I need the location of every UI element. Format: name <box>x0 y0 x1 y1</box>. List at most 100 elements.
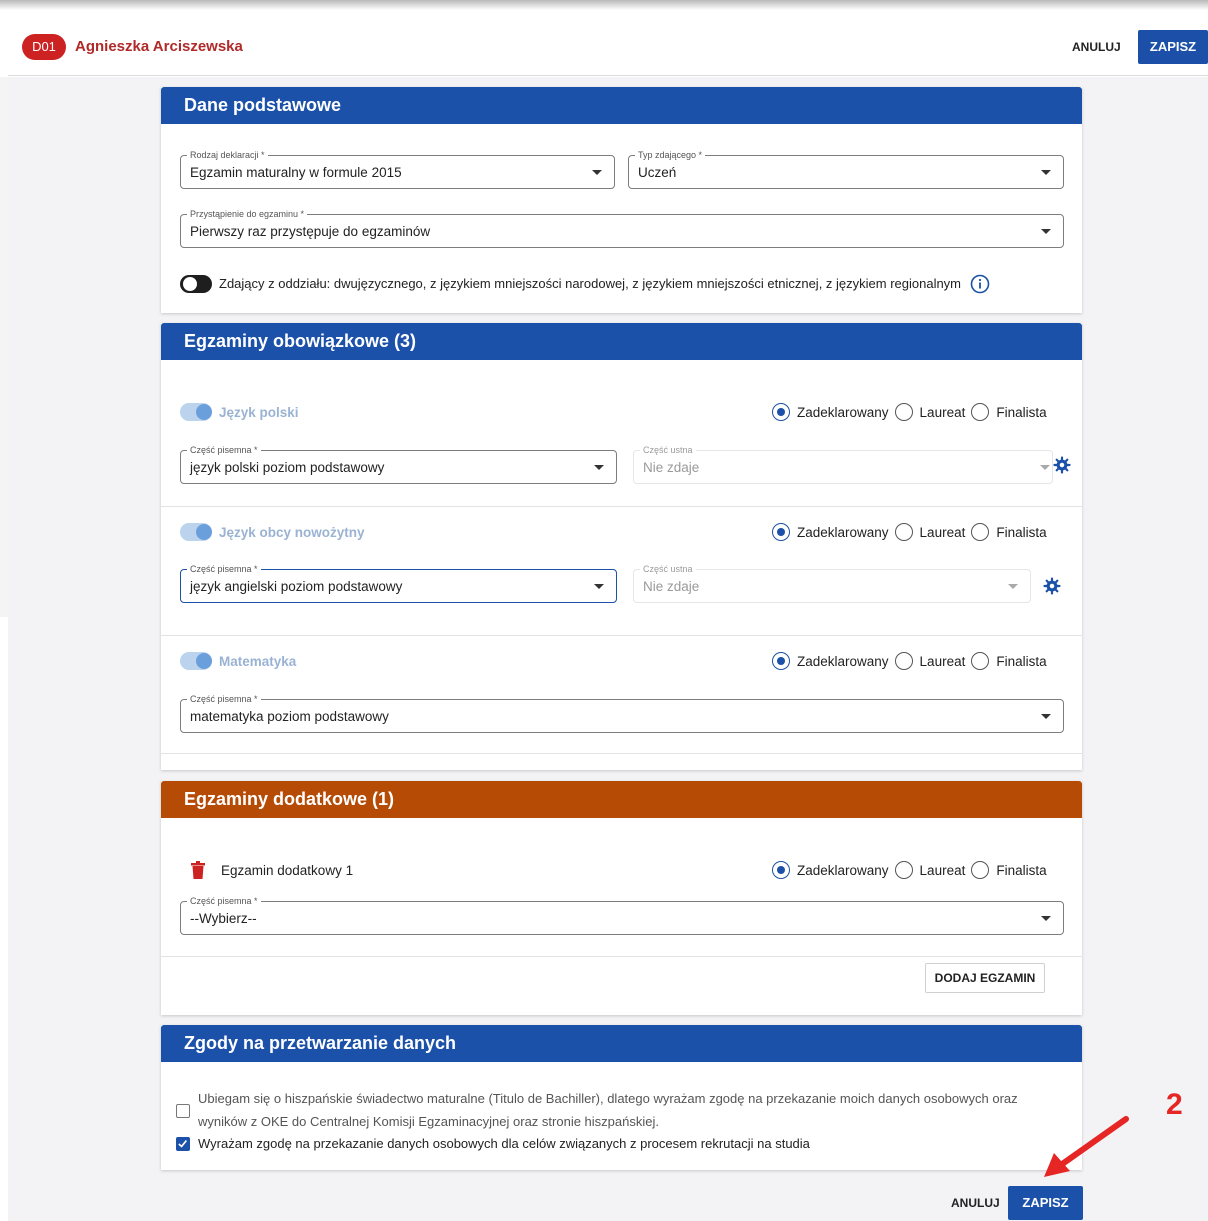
consents-title: Zgody na przetwarzanie danych <box>161 1025 1082 1062</box>
radio-label-declared: Zadeklarowany <box>797 653 889 669</box>
additional-status-radios: Zadeklarowany Laureat Finalista <box>772 861 1053 879</box>
declaration-type-value: Egzamin maturalny w formule 2015 <box>190 165 402 180</box>
examinee-type-label: Typ zdającego * <box>635 150 706 161</box>
basic-data-card: Dane podstawowe Rodzaj deklaracji * Egza… <box>161 87 1082 313</box>
chevron-down-icon <box>592 170 602 175</box>
recruitment-consent-checkbox[interactable] <box>176 1137 190 1151</box>
chevron-down-icon <box>1041 916 1051 921</box>
consents-card: Zgody na przetwarzanie danych Ubiegam si… <box>161 1025 1082 1170</box>
radio-finalist[interactable] <box>971 523 990 541</box>
trash-icon[interactable] <box>191 861 205 879</box>
written-part-label: Część pisemna * <box>187 564 261 575</box>
chevron-down-icon <box>1041 714 1051 719</box>
header-bar: D01 Agnieszka Arciszewska ANULUJ ZAPISZ <box>8 14 1208 76</box>
exam-attempt-select[interactable]: Przystąpienie do egzaminu * Pierwszy raz… <box>180 209 1064 248</box>
examinee-type-select[interactable]: Typ zdającego * Uczeń <box>628 150 1064 189</box>
radio-laureate[interactable] <box>894 403 913 421</box>
radio-declared[interactable] <box>772 403 790 421</box>
written-part-value: język angielski poziom podstawowy <box>190 579 403 594</box>
radio-declared[interactable] <box>772 523 790 541</box>
footer-save-button[interactable]: ZAPISZ <box>1008 1186 1083 1220</box>
radio-label-declared: Zadeklarowany <box>797 524 889 540</box>
radio-label-finalist: Finalista <box>996 404 1047 420</box>
spanish-consent-line2: wyników z OKE do Centralnej Komisji Egza… <box>198 1114 659 1129</box>
foreign-language-oral-select[interactable]: Część ustna Nie zdaje <box>633 564 1031 603</box>
polish-written-select[interactable]: Część pisemna * język polski poziom pods… <box>180 445 617 484</box>
chevron-down-icon <box>594 584 604 589</box>
math-status-radios: Zadeklarowany Laureat Finalista <box>772 652 1053 670</box>
additional-exam-name: Egzamin dodatkowy 1 <box>221 863 354 878</box>
oral-part-label: Część ustna <box>640 445 696 456</box>
radio-laureate[interactable] <box>894 523 913 541</box>
info-icon[interactable] <box>970 274 990 294</box>
bilingual-toggle-label: Zdający z oddziału: dwujęzycznego, z jęz… <box>219 276 962 291</box>
radio-declared[interactable] <box>772 861 790 879</box>
radio-finalist[interactable] <box>971 652 990 670</box>
student-name: Agnieszka Arciszewska <box>75 38 243 55</box>
subject-divider <box>161 635 1082 636</box>
additional-written-select[interactable]: Część pisemna * --Wybierz-- <box>180 896 1064 935</box>
polish-oral-select[interactable]: Część ustna Nie zdaje <box>633 445 1053 484</box>
bilingual-toggle[interactable] <box>180 275 212 293</box>
chevron-down-icon <box>1041 229 1051 234</box>
oral-part-label: Część ustna <box>640 564 696 575</box>
examinee-type-value: Uczeń <box>638 165 677 180</box>
written-part-label: Część pisemna * <box>187 694 261 705</box>
subject-name-foreign-language: Język obcy nowożytny <box>219 525 365 540</box>
radio-declared[interactable] <box>772 652 790 670</box>
written-part-value: --Wybierz-- <box>190 911 257 926</box>
radio-label-finalist: Finalista <box>996 862 1047 878</box>
left-strip <box>0 77 8 617</box>
annotation-arrow-icon <box>1044 1116 1129 1177</box>
radio-label-laureate: Laureat <box>919 653 966 669</box>
radio-laureate[interactable] <box>894 861 913 879</box>
radio-label-declared: Zadeklarowany <box>797 404 889 420</box>
math-toggle[interactable] <box>180 652 212 670</box>
written-part-label: Część pisemna * <box>187 896 261 907</box>
polish-status-radios: Zadeklarowany Laureat Finalista <box>772 403 1053 421</box>
header-save-button[interactable]: ZAPISZ <box>1138 30 1208 64</box>
chevron-down-icon <box>594 465 604 470</box>
radio-label-laureate: Laureat <box>919 524 966 540</box>
foreign-language-toggle[interactable] <box>180 523 212 541</box>
chevron-down-icon <box>1040 465 1050 470</box>
written-part-value: język polski poziom podstawowy <box>190 460 385 475</box>
declaration-type-select[interactable]: Rodzaj deklaracji * Egzamin maturalny w … <box>180 150 615 189</box>
additional-exams-title: Egzaminy dodatkowe (1) <box>161 781 1082 818</box>
written-part-label: Część pisemna * <box>187 445 261 456</box>
radio-finalist[interactable] <box>971 403 990 421</box>
subject-divider <box>161 506 1082 507</box>
spanish-consent-line1: Ubiegam się o hiszpańskie świadectwo mat… <box>198 1091 1018 1106</box>
radio-label-declared: Zadeklarowany <box>797 862 889 878</box>
top-shadow <box>0 0 1208 10</box>
subject-name-polish: Język polski <box>219 405 299 420</box>
radio-laureate[interactable] <box>894 652 913 670</box>
radio-label-laureate: Laureat <box>919 404 966 420</box>
polish-toggle[interactable] <box>180 403 212 421</box>
exam-attempt-label: Przystąpienie do egzaminu * <box>187 209 308 220</box>
additional-exams-card: Egzaminy dodatkowe (1) Egzamin dodatkowy… <box>161 781 1082 1015</box>
foreign-language-written-select[interactable]: Część pisemna * język angielski poziom p… <box>180 564 617 603</box>
foreign-language-status-radios: Zadeklarowany Laureat Finalista <box>772 523 1053 541</box>
oral-part-value: Nie zdaje <box>643 579 700 594</box>
add-exam-button[interactable]: DODAJ EGZAMIN <box>925 963 1045 993</box>
accessibility-gear-icon[interactable] <box>1053 456 1071 474</box>
radio-label-finalist: Finalista <box>996 524 1047 540</box>
mandatory-exams-title: Egzaminy obowiązkowe (3) <box>161 323 1082 360</box>
spanish-consent-checkbox[interactable] <box>176 1104 190 1118</box>
math-written-select[interactable]: Część pisemna * matematyka poziom podsta… <box>180 694 1064 733</box>
exam-attempt-value: Pierwszy raz przystępuje do egzaminów <box>190 224 431 239</box>
mandatory-exams-card: Egzaminy obowiązkowe (3) Język polski Za… <box>161 323 1082 770</box>
header-cancel-button[interactable]: ANULUJ <box>1072 40 1121 54</box>
check-icon <box>178 1140 187 1148</box>
student-badge: D01 <box>22 34 66 60</box>
basic-data-title: Dane podstawowe <box>161 87 1082 124</box>
written-part-value: matematyka poziom podstawowy <box>190 709 389 724</box>
declaration-type-label: Rodzaj deklaracji * <box>187 150 268 161</box>
footer-cancel-button[interactable]: ANULUJ <box>951 1196 1000 1210</box>
section-divider <box>161 956 1082 957</box>
radio-finalist[interactable] <box>971 861 990 879</box>
accessibility-gear-icon[interactable] <box>1043 577 1061 595</box>
oral-part-value: Nie zdaje <box>643 460 700 475</box>
subject-divider <box>161 753 1082 754</box>
